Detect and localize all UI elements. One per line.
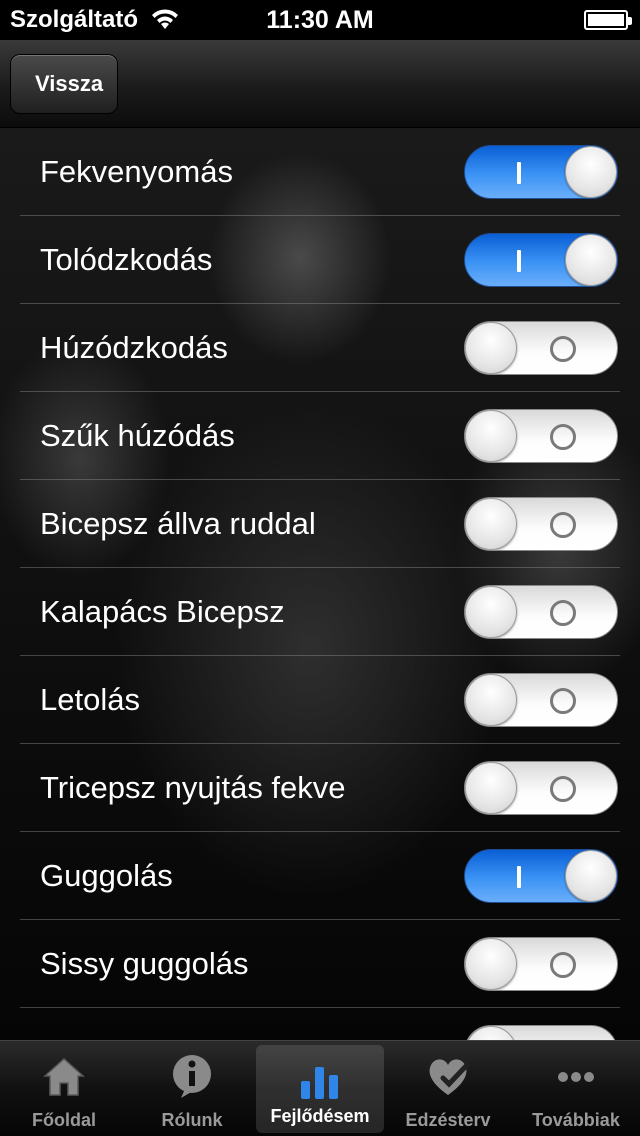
exercise-toggle[interactable] — [464, 937, 618, 991]
tab-label: Főoldal — [32, 1110, 96, 1130]
toggle-off-mark — [550, 600, 576, 626]
tab-4[interactable]: Továbbiak — [512, 1041, 640, 1136]
tab-label: Fejlődésem — [270, 1106, 370, 1126]
toggle-on-mark — [517, 250, 521, 272]
toggle-knob[interactable] — [465, 410, 517, 462]
exercise-label: Bicepsz állva ruddal — [40, 506, 316, 541]
tab-label: Továbbiak — [532, 1110, 620, 1130]
toggle-knob[interactable] — [465, 762, 517, 814]
more-icon — [551, 1051, 601, 1101]
back-button-label: Vissza — [35, 71, 104, 96]
toggle-knob[interactable] — [465, 498, 517, 550]
exercise-label: Húzódzkodás — [40, 330, 228, 365]
exercise-label: Tricepsz nyujtás fekve — [40, 770, 346, 805]
tab-bar: Főoldal Rólunk Fejlődésem Edzésterv Továbbia… — [0, 1040, 640, 1136]
tab-0[interactable]: Főoldal — [0, 1041, 128, 1136]
battery-icon — [584, 10, 632, 30]
navigation-bar: Vissza — [0, 40, 640, 128]
exercise-row — [20, 1008, 620, 1040]
toggle-off-mark — [550, 776, 576, 802]
exercise-label: Tolódzkodás — [40, 242, 213, 277]
exercise-label: Sissy guggolás — [40, 946, 249, 981]
exercise-list: Fekvenyomás Tolódzkodás Húzódzkodás Szűk hú… — [0, 128, 640, 1040]
back-button[interactable]: Vissza — [10, 54, 119, 114]
toggle-knob[interactable] — [465, 1026, 517, 1040]
tab-1[interactable]: Rólunk — [128, 1041, 256, 1136]
info-icon — [167, 1051, 217, 1101]
exercise-label: Szűk húzódás — [40, 418, 235, 453]
exercise-row: Guggolás — [20, 832, 620, 920]
home-icon — [39, 1051, 89, 1101]
tab-2[interactable]: Fejlődésem — [256, 1045, 384, 1133]
exercise-row: Bicepsz állva ruddal — [20, 480, 620, 568]
exercise-label: Letolás — [40, 682, 140, 717]
toggle-knob[interactable] — [465, 674, 517, 726]
bar-chart-icon — [295, 1055, 345, 1105]
toggle-knob[interactable] — [565, 146, 617, 198]
toggle-off-mark — [550, 952, 576, 978]
heart-check-icon — [423, 1051, 473, 1101]
exercise-toggle[interactable] — [464, 585, 618, 639]
toggle-off-mark — [550, 688, 576, 714]
exercise-row: Húzódzkodás — [20, 304, 620, 392]
exercise-label: Kalapács Bicepsz — [40, 594, 285, 629]
toggle-knob[interactable] — [565, 850, 617, 902]
toggle-knob[interactable] — [465, 322, 517, 374]
toggle-off-mark — [550, 424, 576, 450]
exercise-toggle[interactable] — [464, 1025, 618, 1040]
exercise-toggle[interactable] — [464, 673, 618, 727]
exercise-row: Kalapács Bicepsz — [20, 568, 620, 656]
toggle-knob[interactable] — [465, 938, 517, 990]
exercise-row: Szűk húzódás — [20, 392, 620, 480]
wifi-icon — [152, 9, 179, 29]
carrier-name: Szolgáltató — [10, 6, 139, 33]
tab-label: Rólunk — [161, 1110, 223, 1130]
toggle-on-mark — [517, 866, 521, 888]
exercise-toggle[interactable] — [464, 761, 618, 815]
exercise-toggle[interactable] — [464, 233, 618, 287]
exercise-label: Fekvenyomás — [40, 154, 233, 189]
toggle-off-mark — [550, 512, 576, 538]
exercise-row: Fekvenyomás — [20, 128, 620, 216]
exercise-toggle[interactable] — [464, 409, 618, 463]
tab-label: Edzésterv — [405, 1110, 491, 1130]
exercise-toggle[interactable] — [464, 497, 618, 551]
exercise-toggle[interactable] — [464, 145, 618, 199]
exercise-row: Letolás — [20, 656, 620, 744]
exercise-row: Tricepsz nyujtás fekve — [20, 744, 620, 832]
toggle-off-mark — [550, 336, 576, 362]
exercise-toggle[interactable] — [464, 849, 618, 903]
toggle-knob[interactable] — [465, 586, 517, 638]
exercise-toggle[interactable] — [464, 321, 618, 375]
tab-3[interactable]: Edzésterv — [384, 1041, 512, 1136]
exercise-row: Sissy guggolás — [20, 920, 620, 1008]
toggle-on-mark — [517, 162, 521, 184]
toggle-knob[interactable] — [565, 234, 617, 286]
exercise-label: Guggolás — [40, 858, 173, 893]
status-bar: Szolgáltató 11:30 AM — [0, 0, 640, 40]
exercise-row: Tolódzkodás — [20, 216, 620, 304]
